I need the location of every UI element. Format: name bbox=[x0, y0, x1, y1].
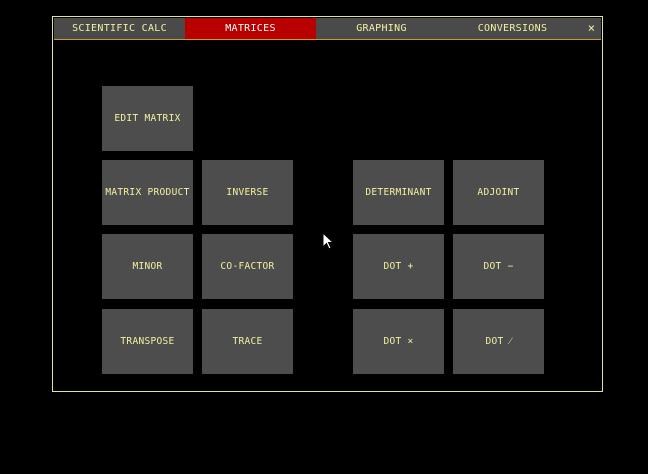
inverse-button[interactable]: INVERSE bbox=[202, 160, 293, 225]
dot-minus-button[interactable]: DOT − bbox=[453, 234, 544, 299]
close-icon[interactable]: × bbox=[588, 18, 595, 39]
determinant-button[interactable]: DETERMINANT bbox=[353, 160, 444, 225]
tab-matrices[interactable]: MATRICES bbox=[185, 18, 316, 39]
dot-divide-button[interactable]: DOT ⁄ bbox=[453, 309, 544, 374]
trace-button[interactable]: TRACE bbox=[202, 309, 293, 374]
tab-graphing[interactable]: GRAPHING bbox=[316, 18, 447, 39]
dot-plus-button[interactable]: DOT + bbox=[353, 234, 444, 299]
tab-scientific-calc[interactable]: SCIENTIFIC CALC bbox=[54, 18, 185, 39]
matrix-product-button[interactable]: MATRIX PRODUCT bbox=[102, 160, 193, 225]
dot-times-button[interactable]: DOT × bbox=[353, 309, 444, 374]
co-factor-button[interactable]: CO-FACTOR bbox=[202, 234, 293, 299]
tab-conversions[interactable]: CONVERSIONS bbox=[447, 18, 578, 39]
desktop: SCIENTIFIC CALC MATRICES GRAPHING CONVER… bbox=[0, 0, 648, 474]
mouse-cursor-icon bbox=[322, 232, 334, 250]
minor-button[interactable]: MINOR bbox=[102, 234, 193, 299]
tab-bar: SCIENTIFIC CALC MATRICES GRAPHING CONVER… bbox=[54, 18, 601, 40]
edit-matrix-button[interactable]: EDIT MATRIX bbox=[102, 86, 193, 151]
adjoint-button[interactable]: ADJOINT bbox=[453, 160, 544, 225]
transpose-button[interactable]: TRANSPOSE bbox=[102, 309, 193, 374]
calculator-window: SCIENTIFIC CALC MATRICES GRAPHING CONVER… bbox=[52, 16, 603, 392]
